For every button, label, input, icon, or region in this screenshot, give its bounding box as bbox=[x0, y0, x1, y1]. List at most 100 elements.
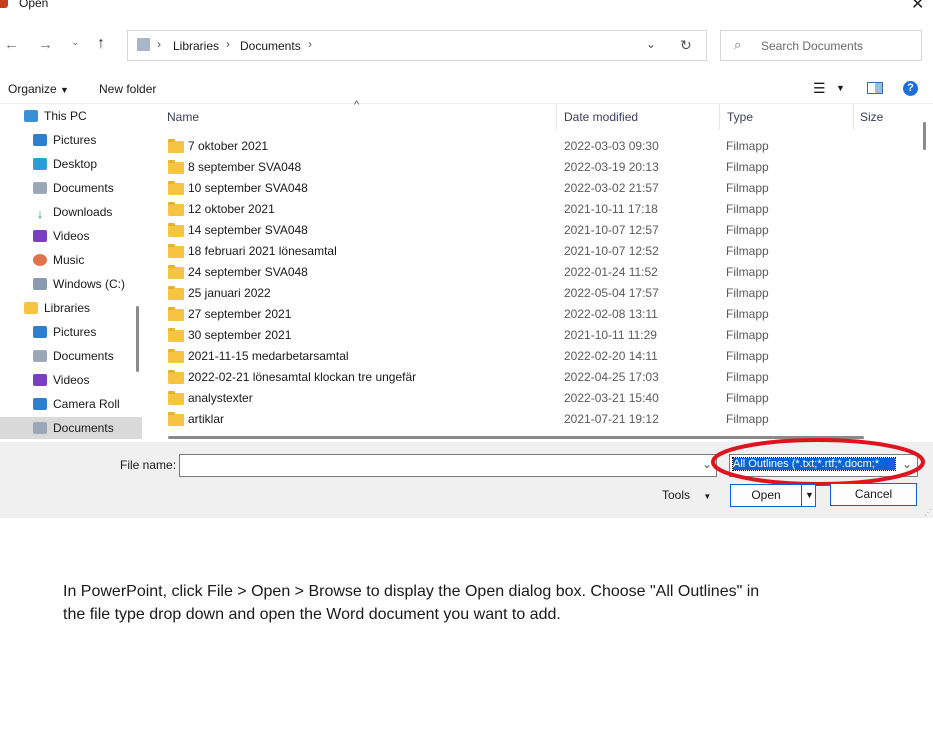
organize-menu[interactable]: Organize ▼ bbox=[8, 82, 69, 96]
file-type: Filmapp bbox=[726, 349, 769, 363]
sidebar-item-desktop[interactable]: Desktop bbox=[33, 153, 97, 175]
sidebar-item-windows-drive[interactable]: Windows (C:) bbox=[33, 273, 125, 295]
list-item[interactable]: 12 oktober 2021 2021-10-11 17:18 Filmapp bbox=[168, 199, 908, 220]
folder-icon bbox=[168, 412, 184, 426]
address-dropdown-chevron-icon[interactable]: ⌄ bbox=[646, 37, 656, 51]
sidebar-item-label: Pictures bbox=[53, 325, 97, 339]
documents-icon bbox=[33, 422, 47, 434]
sidebar-item-videos[interactable]: Videos bbox=[33, 225, 89, 247]
videos-icon bbox=[33, 374, 47, 386]
cancel-button[interactable]: Cancel bbox=[830, 483, 917, 506]
sidebar-item-library-documents[interactable]: Documents bbox=[33, 345, 114, 367]
tools-menu[interactable]: Tools ▼ bbox=[662, 488, 711, 502]
folder-icon bbox=[168, 160, 184, 174]
camera-roll-icon bbox=[33, 398, 47, 410]
sidebar-item-documents[interactable]: Documents bbox=[33, 177, 114, 199]
drive-icon bbox=[33, 278, 47, 290]
breadcrumb-libraries[interactable]: Libraries bbox=[173, 39, 219, 53]
list-item[interactable]: 27 september 2021 2022-02-08 13:11 Filmapp bbox=[168, 304, 908, 325]
title-bar: Open ✕ bbox=[0, 0, 933, 14]
sidebar-item-library-pictures[interactable]: Pictures bbox=[33, 321, 96, 343]
file-type: Filmapp bbox=[726, 181, 769, 195]
sidebar-scrollbar-thumb[interactable] bbox=[136, 306, 139, 372]
file-type: Filmapp bbox=[726, 328, 769, 342]
list-item[interactable]: 25 januari 2022 2022-05-04 17:57 Filmapp bbox=[168, 283, 908, 304]
file-name: artiklar bbox=[188, 412, 225, 426]
refresh-icon[interactable]: ↻ bbox=[680, 37, 692, 54]
file-date: 2021-10-11 17:18 bbox=[564, 202, 658, 216]
file-name: 8 september SVA048 bbox=[188, 160, 302, 174]
up-arrow-icon[interactable]: ↑ bbox=[97, 35, 105, 53]
forward-arrow-icon[interactable]: → bbox=[38, 36, 53, 53]
column-header-size[interactable]: Size bbox=[860, 110, 883, 124]
column-divider[interactable] bbox=[853, 104, 854, 130]
file-type: Filmapp bbox=[726, 286, 769, 300]
list-item[interactable]: 7 oktober 2021 2022-03-03 09:30 Filmapp bbox=[168, 136, 908, 157]
view-dropdown-chevron-icon[interactable]: ▼ bbox=[836, 83, 845, 93]
list-item[interactable]: artiklar 2021-07-21 19:12 Filmapp bbox=[168, 409, 908, 430]
view-options-icon[interactable]: ☰ bbox=[813, 80, 826, 97]
sidebar-item-label: Desktop bbox=[53, 157, 98, 171]
sidebar-item-label: Downloads bbox=[53, 205, 113, 219]
sidebar-item-label: Libraries bbox=[44, 301, 91, 315]
folder-icon bbox=[168, 328, 184, 342]
search-box[interactable]: ⌕ Search Documents bbox=[720, 30, 922, 61]
address-bar[interactable]: › Libraries › Documents › ⌄ ↻ bbox=[127, 30, 707, 61]
new-folder-button[interactable]: New folder bbox=[99, 82, 156, 96]
tools-chevron-icon: ▼ bbox=[703, 492, 712, 501]
help-icon[interactable]: ? bbox=[903, 81, 918, 96]
file-name: 10 september SVA048 bbox=[188, 181, 308, 195]
column-header-date[interactable]: Date modified bbox=[564, 110, 638, 124]
folder-icon bbox=[168, 223, 184, 237]
folder-icon bbox=[168, 139, 184, 153]
resize-grip-icon[interactable]: ⋰ bbox=[924, 508, 932, 517]
list-item[interactable]: 30 september 2021 2021-10-11 11:29 Filmapp bbox=[168, 325, 908, 346]
column-header-type[interactable]: Type bbox=[727, 110, 753, 124]
sidebar-item-documents-selected[interactable]: Documents bbox=[0, 417, 142, 439]
recent-locations-chevron-icon[interactable]: ⌄ bbox=[71, 37, 79, 48]
back-arrow-icon[interactable]: ← bbox=[4, 36, 19, 53]
sidebar-item-label: Pictures bbox=[53, 133, 97, 147]
file-date: 2022-01-24 11:52 bbox=[564, 265, 658, 279]
sidebar-item-libraries[interactable]: Libraries bbox=[24, 297, 90, 319]
open-button[interactable]: Open ▼ bbox=[730, 484, 816, 507]
list-item[interactable]: 8 september SVA048 2022-03-19 20:13 Filmap… bbox=[168, 157, 908, 178]
window-title: Open bbox=[19, 0, 49, 10]
vertical-scrollbar-thumb[interactable] bbox=[923, 122, 926, 150]
file-type: Filmapp bbox=[726, 160, 769, 174]
list-item[interactable]: 10 september SVA048 2022-03-02 21:57 Filma… bbox=[168, 178, 908, 199]
filename-label: File name: bbox=[120, 458, 177, 472]
close-icon[interactable]: ✕ bbox=[911, 0, 924, 14]
sidebar-item-camera-roll[interactable]: Camera Roll bbox=[33, 393, 120, 415]
column-divider[interactable] bbox=[719, 104, 720, 130]
sidebar-item-library-videos[interactable]: Videos bbox=[33, 369, 89, 391]
open-options-chevron-icon[interactable]: ▼ bbox=[805, 485, 814, 506]
videos-icon bbox=[33, 230, 47, 242]
sidebar-item-downloads[interactable]: ↓ Downloads bbox=[33, 201, 113, 223]
sidebar-item-music[interactable]: Music bbox=[33, 249, 84, 271]
tools-label: Tools bbox=[662, 488, 691, 502]
preview-pane-icon[interactable] bbox=[867, 82, 883, 94]
file-name: 2022-02-21 lönesamtal klockan tre ungefä… bbox=[188, 370, 417, 384]
sidebar-item-this-pc[interactable]: This PC bbox=[24, 105, 87, 127]
column-header-name[interactable]: Name bbox=[167, 110, 199, 124]
breadcrumb-documents[interactable]: Documents bbox=[240, 39, 301, 53]
file-type: Filmapp bbox=[726, 265, 769, 279]
filename-input[interactable]: ⌄ bbox=[179, 454, 717, 477]
documents-icon bbox=[33, 182, 47, 194]
folder-icon bbox=[168, 286, 184, 300]
list-item[interactable]: 14 september SVA048 2021-10-07 12:57 Filma… bbox=[168, 220, 908, 241]
folder-icon bbox=[168, 370, 184, 384]
list-item[interactable]: 2022-02-21 lönesamtal klockan tre ungefä… bbox=[168, 367, 908, 388]
list-item[interactable]: 18 februari 2021 lönesamtal 2021-10-07 12… bbox=[168, 241, 908, 262]
list-item[interactable]: 24 september SVA048 2022-01-24 11:52 Filma… bbox=[168, 262, 908, 283]
search-placeholder: Search Documents bbox=[761, 39, 864, 53]
sidebar-item-label: Documents bbox=[53, 421, 114, 435]
file-name: 25 januari 2022 bbox=[188, 286, 271, 300]
instruction-caption: In PowerPoint, click File > Open > Brows… bbox=[63, 583, 760, 623]
column-divider[interactable] bbox=[556, 104, 557, 130]
list-item[interactable]: 2021-11-15 medarbetarsamtal 2022-02-20 14… bbox=[168, 346, 908, 367]
sidebar-item-pictures[interactable]: Pictures bbox=[33, 129, 96, 151]
sidebar-item-label: Videos bbox=[53, 373, 90, 387]
list-item[interactable]: analystexter 2022-03-21 15:40 Filmapp bbox=[168, 388, 908, 409]
